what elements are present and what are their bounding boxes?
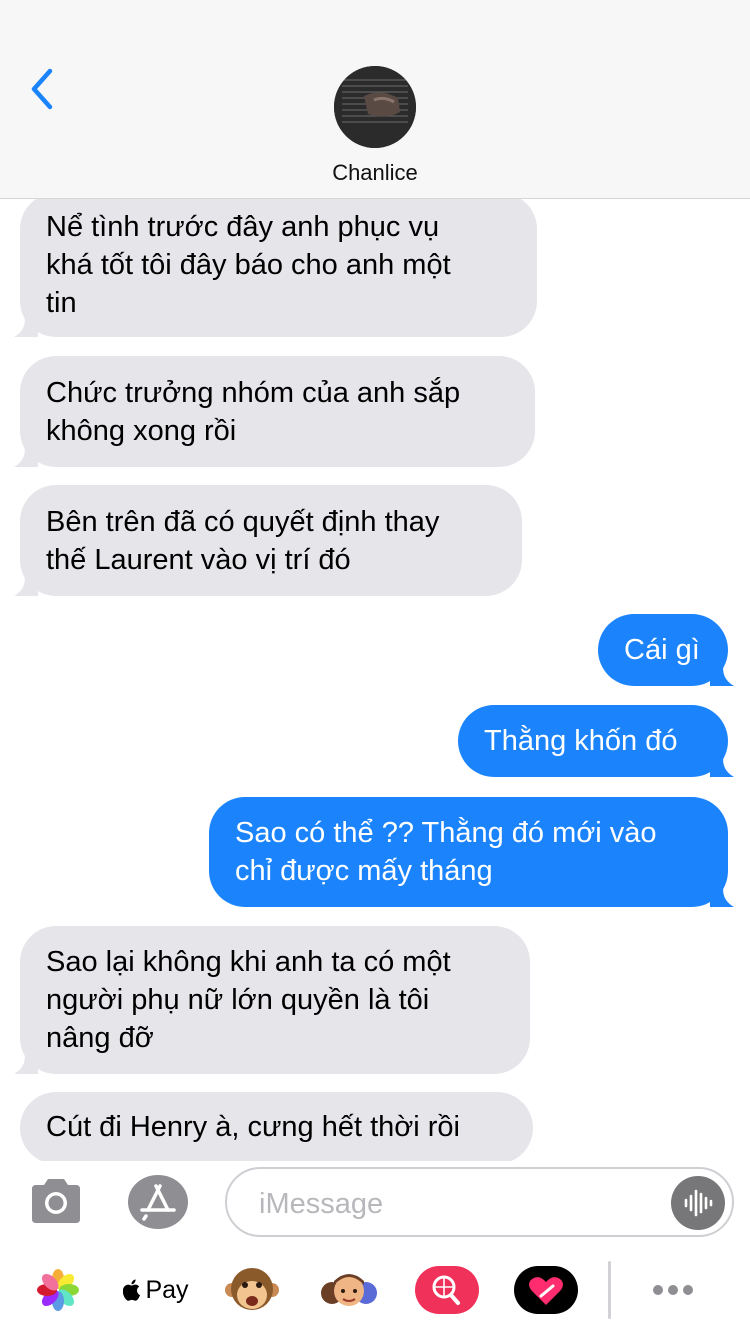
message-bubble-outgoing[interactable]: Thằng khốn đó (458, 705, 734, 777)
apple-pay-icon (123, 1279, 141, 1301)
message-input-container[interactable] (225, 1167, 734, 1237)
apple-pay-label: Pay (145, 1275, 189, 1304)
message-text: Sao lại không khi anh ta có một người ph… (46, 946, 451, 1054)
bubble-tail (710, 662, 734, 686)
contact-avatar[interactable] (334, 66, 416, 148)
bubble-tail (710, 883, 734, 907)
message-bubble-incoming[interactable]: Bên trên đã có quyết định thay thế Laure… (14, 485, 522, 596)
message-text: Thằng khốn đó (484, 725, 678, 757)
drawer-divider (608, 1261, 611, 1319)
chevron-left-icon (31, 68, 53, 110)
digital-touch-app[interactable] (513, 1257, 579, 1323)
message-text: Bên trên đã có quyết định thay thế Laure… (46, 505, 440, 576)
image-search-app[interactable] (414, 1257, 480, 1323)
compose-bar (0, 1161, 750, 1243)
apple-pay-app[interactable]: Pay (116, 1257, 196, 1323)
app-store-icon (128, 1175, 188, 1229)
conversation-header: Chanlice (0, 0, 750, 199)
photos-icon (37, 1269, 79, 1311)
bubble-tail (14, 1050, 38, 1074)
photos-app[interactable] (25, 1257, 91, 1323)
bubble-tail (14, 443, 38, 467)
camera-icon (32, 1179, 80, 1223)
message-text: Chức trưởng nhóm của anh sắp không xong … (46, 376, 461, 447)
bubble-tail (14, 313, 38, 337)
more-apps-button[interactable] (640, 1257, 706, 1323)
camera-button[interactable] (28, 1175, 84, 1227)
app-store-button[interactable] (126, 1174, 190, 1230)
message-bubble-incoming[interactable]: Chức trưởng nhóm của anh sắp không xong … (14, 356, 535, 467)
monkey-memoji-icon (225, 1268, 279, 1310)
bubble-tail (710, 753, 734, 777)
message-bubble-outgoing[interactable]: Sao có thể ?? Thằng đó mới vào chỉ được … (209, 797, 734, 907)
message-bubble-incoming[interactable]: Nể tình trước đây anh phục vụ khá tốt tô… (14, 199, 537, 337)
audio-waveform-icon (684, 1189, 713, 1217)
app-drawer: Pay (0, 1243, 750, 1334)
message-bubble-incoming[interactable]: Cút đi Henry à, cưng hết thời rồi (20, 1092, 533, 1161)
back-button[interactable] (20, 64, 64, 114)
message-thread[interactable]: Nể tình trước đây anh phục vụ khá tốt tô… (0, 199, 750, 1161)
message-text: Cái gì (624, 634, 700, 666)
bubble-tail (14, 572, 38, 596)
audio-message-button[interactable] (671, 1176, 725, 1230)
message-bubble-incoming[interactable]: Sao lại không khi anh ta có một người ph… (14, 926, 530, 1074)
message-text: Nể tình trước đây anh phục vụ khá tốt tô… (46, 211, 451, 319)
animoji-app[interactable] (219, 1257, 285, 1323)
contact-name[interactable]: Chanlice (0, 160, 750, 186)
message-text: Cút đi Henry à, cưng hết thời rồi (46, 1111, 461, 1143)
memoji-stickers-app[interactable] (316, 1257, 382, 1323)
message-text: Sao có thể ?? Thằng đó mới vào chỉ được … (235, 817, 657, 887)
image-search-icon (415, 1266, 479, 1314)
more-icon (653, 1285, 693, 1295)
message-bubble-outgoing[interactable]: Cái gì (598, 614, 734, 686)
digital-touch-icon (514, 1266, 578, 1314)
message-input[interactable] (257, 1181, 661, 1227)
memoji-stickers-icon (321, 1274, 377, 1306)
